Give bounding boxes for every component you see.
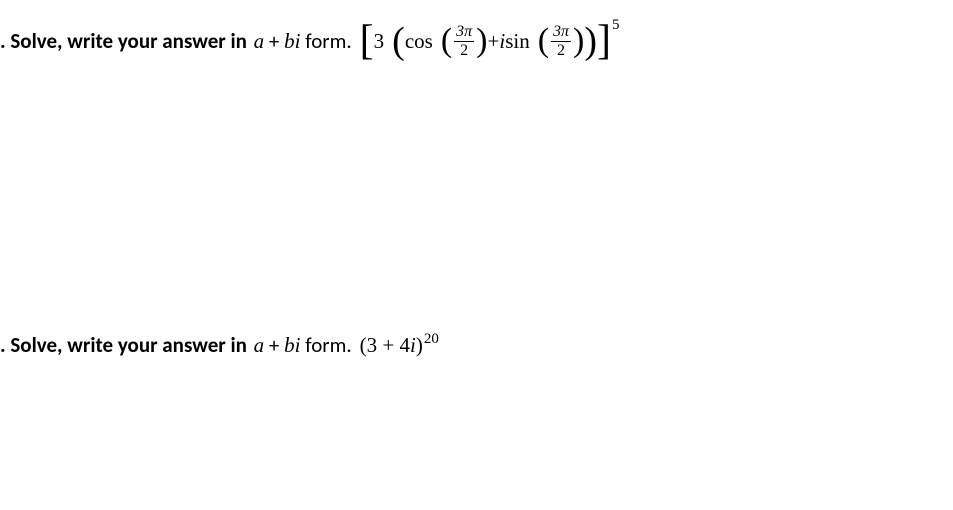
- exponent-1: 5: [612, 17, 620, 34]
- bracket-left: [: [360, 20, 374, 62]
- paren-inner-right-1: ): [476, 24, 487, 58]
- paren-inner-right-2: ): [573, 24, 584, 58]
- prompt-suffix-2: form.: [300, 332, 351, 358]
- plus-text: +: [264, 28, 284, 54]
- var-bi: bi: [284, 29, 300, 53]
- prompt-suffix: form.: [300, 28, 351, 54]
- fraction-1: 3π 2: [454, 23, 474, 59]
- math-expression-2: (3 + 4i)20: [360, 333, 439, 358]
- plus-text-2: +: [264, 332, 284, 358]
- prompt-text-2: . Solve, write your answer in a + bi for…: [0, 332, 352, 358]
- prompt-text-1: . Solve, write your answer in a + bi for…: [0, 28, 352, 54]
- math-expression-1: [ 3 ( cos ( 3π 2 ) + i sin ( 3π 2 ) ) ] …: [360, 20, 620, 62]
- frac-denominator-1: 2: [458, 42, 470, 60]
- sin-function: sin: [505, 29, 530, 54]
- exponent-2: 20: [424, 331, 439, 348]
- frac-denominator-2: 2: [555, 42, 567, 60]
- paren-inner-left-1: (: [441, 24, 452, 58]
- prompt-prefix-2: . Solve, write your answer in: [0, 332, 252, 358]
- term: 3 + 4: [367, 333, 410, 358]
- problem-2: . Solve, write your answer in a + bi for…: [0, 332, 953, 358]
- frac-numerator-2: 3π: [551, 23, 571, 42]
- bracket-right: ]: [597, 20, 611, 62]
- paren-left-2: (: [360, 333, 367, 358]
- frac-numerator-1: 3π: [454, 23, 474, 42]
- var-a: a: [254, 29, 265, 53]
- fraction-2: 3π 2: [551, 23, 571, 59]
- var-bi-2: bi: [284, 333, 300, 357]
- problem-1: . Solve, write your answer in a + bi for…: [0, 20, 953, 62]
- paren-inner-left-2: (: [538, 24, 549, 58]
- plus-operator: +: [488, 29, 500, 54]
- var-a-2: a: [254, 333, 265, 357]
- paren-outer-right: ): [584, 22, 597, 60]
- coefficient: 3: [374, 29, 385, 54]
- prompt-prefix: . Solve, write your answer in: [0, 28, 252, 54]
- paren-right-2: ): [416, 333, 423, 358]
- cos-function: cos: [405, 29, 433, 54]
- paren-outer-left: (: [392, 22, 405, 60]
